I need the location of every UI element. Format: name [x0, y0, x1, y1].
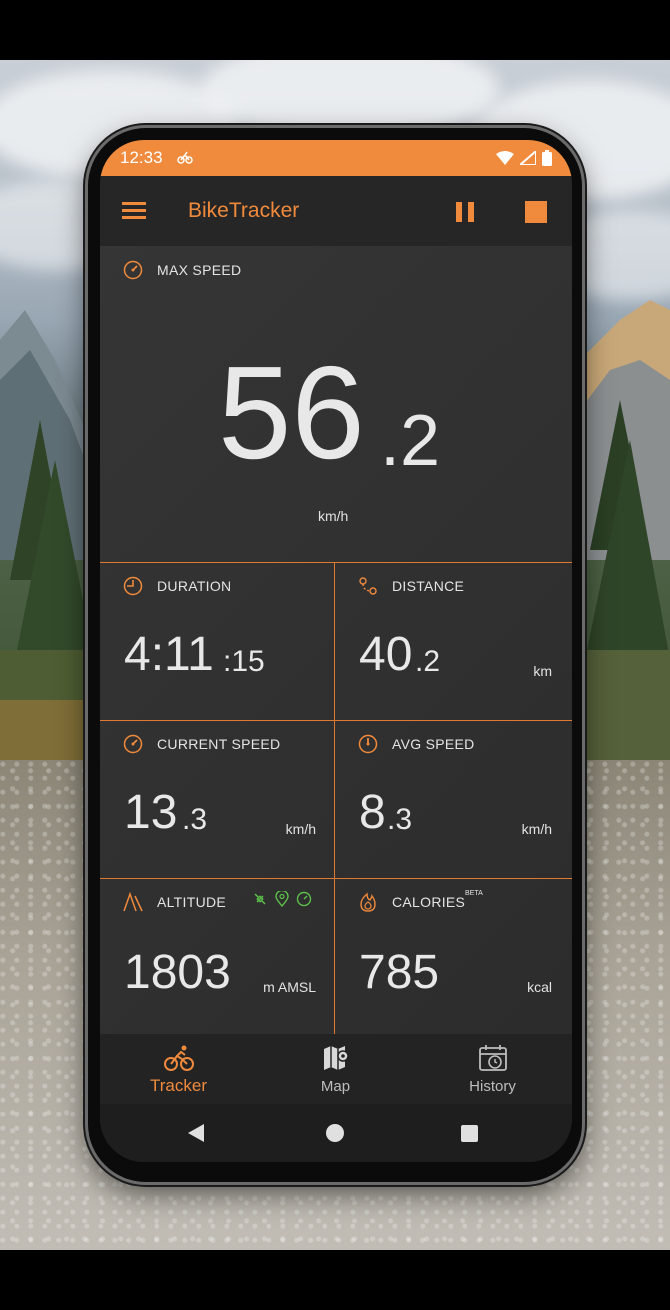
max-speed-panel: MAX SPEED 56 .2 km/h [100, 246, 572, 562]
pause-icon[interactable] [456, 202, 476, 222]
speedometer-icon [358, 734, 378, 754]
dashboard: MAX SPEED 56 .2 km/h DURATION 4:11 :15 D… [100, 246, 572, 1034]
avg-speed-panel: AVG SPEED 8 .3 km/h [335, 721, 572, 878]
barometer-icon [296, 891, 312, 907]
altitude-value: 1803 [124, 946, 231, 999]
cyclist-icon [163, 1045, 194, 1071]
distance-unit: km [533, 663, 552, 679]
max-speed-unit: km/h [318, 508, 349, 524]
max-speed-value-dec: .2 [380, 401, 441, 481]
nav-map[interactable]: Map [257, 1034, 414, 1104]
current-speed-unit: km/h [285, 821, 316, 837]
current-speed-value-int: 13 [124, 786, 178, 839]
phone-screen: 12:33 BikeTracker MAX SPEED 56 .2 km/h D… [100, 140, 572, 1162]
app-bar: BikeTracker [100, 176, 572, 246]
altitude-panel: ALTITUDE 1803 m AMSL [100, 879, 334, 1034]
calories-panel: CALORIES BETA 785 kcal [335, 879, 572, 1034]
distance-label: DISTANCE [392, 578, 465, 594]
calories-label: CALORIES [392, 894, 466, 910]
map-icon [323, 1046, 349, 1070]
max-speed-label: MAX SPEED [157, 262, 242, 278]
avg-speed-value-int: 8 [359, 786, 386, 839]
altitude-label: ALTITUDE [157, 894, 227, 910]
calories-unit: kcal [527, 979, 552, 995]
satellite-icon [254, 893, 266, 905]
back-icon[interactable] [188, 1124, 204, 1142]
recents-icon[interactable] [461, 1125, 478, 1142]
nav-map-label: Map [320, 1078, 351, 1095]
calories-value: 785 [359, 946, 440, 999]
avg-speed-unit: km/h [521, 821, 552, 837]
stop-icon[interactable] [525, 201, 547, 223]
avg-speed-label: AVG SPEED [392, 736, 475, 752]
status-icons [496, 150, 552, 166]
location-pin-icon [275, 891, 289, 907]
route-icon [359, 577, 377, 595]
bike-notification-icon [176, 150, 193, 167]
mountain-icon [123, 892, 143, 912]
nav-tracker-label: Tracker [150, 1076, 207, 1095]
signal-icon [520, 151, 536, 165]
beta-badge: BETA [465, 890, 483, 897]
flame-icon [360, 892, 376, 912]
distance-value-dec: .2 [415, 645, 441, 678]
status-time: 12:33 [120, 148, 163, 167]
app-title: BikeTracker [188, 199, 300, 222]
max-speed-value-int: 56 [218, 339, 365, 486]
speedometer-icon [123, 260, 143, 280]
battery-icon [542, 150, 552, 166]
menu-icon[interactable] [122, 202, 146, 220]
system-nav-bar [100, 1104, 572, 1162]
status-bar: 12:33 [100, 140, 572, 176]
clock-icon [123, 576, 143, 596]
distance-value-int: 40 [359, 628, 413, 681]
speedometer-icon [123, 734, 143, 754]
bottom-nav: Tracker Map History [100, 1034, 572, 1104]
home-icon[interactable] [326, 1124, 344, 1142]
wifi-icon [496, 151, 514, 165]
distance-panel: DISTANCE 40 .2 km [335, 563, 572, 720]
nav-history-label: History [469, 1078, 516, 1095]
duration-panel: DURATION 4:11 :15 [100, 563, 334, 720]
nav-history[interactable]: History [414, 1034, 571, 1104]
altitude-unit: m AMSL [263, 979, 316, 995]
duration-value-sec: :15 [223, 645, 265, 678]
calendar-clock-icon [478, 1045, 507, 1071]
current-speed-panel: CURRENT SPEED 13 .3 km/h [100, 721, 334, 878]
duration-value-main: 4:11 [124, 628, 214, 681]
duration-label: DURATION [157, 578, 232, 594]
current-speed-value-dec: .3 [182, 803, 208, 836]
current-speed-label: CURRENT SPEED [157, 736, 281, 752]
nav-tracker[interactable]: Tracker [100, 1034, 257, 1104]
avg-speed-value-dec: .3 [387, 803, 413, 836]
